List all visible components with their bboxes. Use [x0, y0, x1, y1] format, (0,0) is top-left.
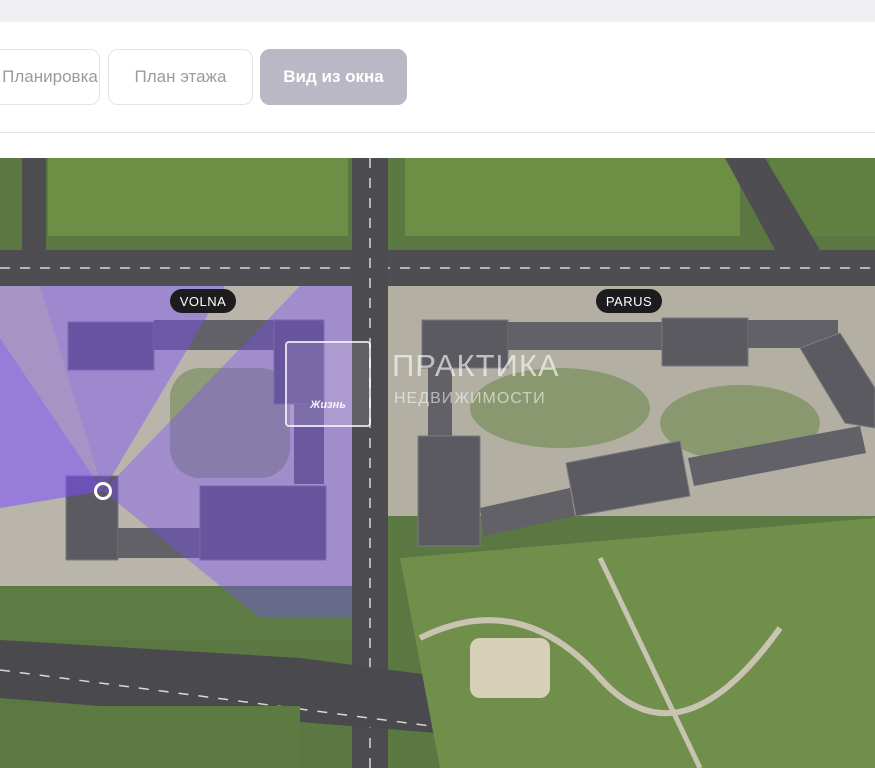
- site-plan-illustration: [0, 158, 875, 768]
- building-label-volna[interactable]: VOLNA: [170, 289, 236, 313]
- watermark-title: ПРАКТИКА: [392, 348, 560, 383]
- view-tabs: Планировка План этажа Вид из окна: [0, 22, 875, 133]
- watermark-logo: Жизнь: [285, 341, 371, 427]
- spacer: [0, 133, 875, 158]
- watermark-logo-text: Жизнь: [310, 399, 346, 411]
- building-name-volna: VOLNA: [179, 293, 227, 309]
- tab-layout-label: Планировка: [2, 67, 98, 86]
- tab-floor-plan-label: План этажа: [134, 67, 227, 86]
- tab-layout[interactable]: Планировка: [0, 49, 100, 105]
- watermark-subtitle: НЕДВИЖИМОСТИ: [394, 390, 546, 407]
- top-strip: [0, 0, 875, 22]
- building-label-parus[interactable]: PARUS: [596, 289, 662, 313]
- tab-window-view-label: Вид из окна: [283, 67, 384, 86]
- tab-window-view[interactable]: Вид из окна: [260, 49, 407, 105]
- viewpoint-marker[interactable]: [94, 482, 112, 500]
- tab-floor-plan[interactable]: План этажа: [108, 49, 253, 105]
- site-plan-map[interactable]: VOLNA PARUS Жизнь ПРАКТИКА НЕДВИЖИМОСТИ: [0, 158, 875, 768]
- building-name-parus: PARUS: [605, 293, 653, 309]
